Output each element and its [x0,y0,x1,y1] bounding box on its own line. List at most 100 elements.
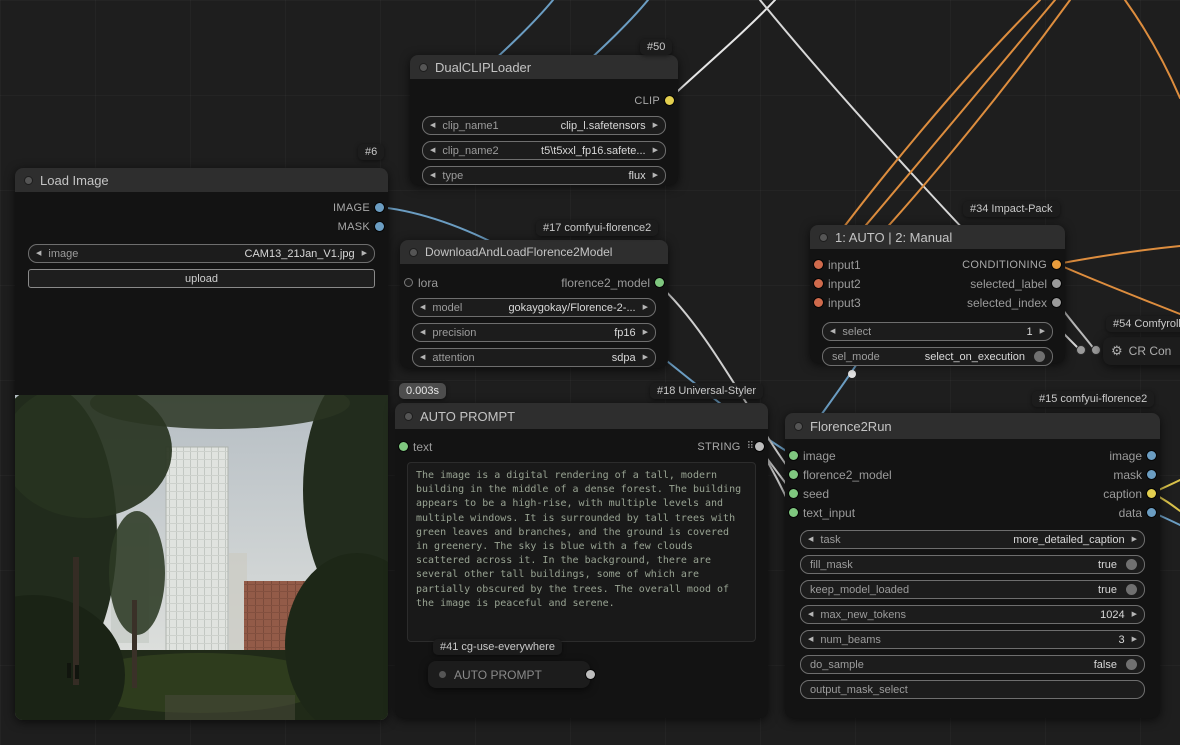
collapse-dot-icon[interactable] [24,175,33,185]
toggle-knob-icon[interactable] [1034,351,1045,362]
node-title: DualCLIPLoader [435,59,532,75]
do-sample-toggle-widget[interactable]: do_sample false [800,655,1145,674]
widget-label: sel_mode [832,350,880,363]
collapse-dot-icon[interactable] [404,411,413,421]
output-mask-select-text-widget[interactable]: output_mask_select [800,680,1145,699]
collapse-dot-icon[interactable] [794,421,803,431]
attention-combo-widget[interactable]: ◀ attention sdpa ▶ [412,348,656,367]
seed-input-slot[interactable] [789,489,798,498]
slot-row: CLIP [410,91,678,110]
string-output-label: STRING [697,440,741,453]
node-graph-canvas[interactable]: Load Image IMAGE MASK ◀ image CAM13_21Ja… [0,0,1180,745]
image-input-label: image [803,448,836,463]
collapse-dot-icon[interactable] [819,232,828,242]
task-combo-widget[interactable]: ◀ task more_detailed_caption ▶ [800,530,1145,549]
clip-name1-combo-widget[interactable]: ◀ clip_name1 clip_l.safetensors ▶ [422,116,666,135]
selected-index-output-slot[interactable] [1052,298,1061,307]
type-combo-widget[interactable]: ◀ type flux ▶ [422,166,666,185]
max-new-tokens-number-widget[interactable]: ◀ max_new_tokens 1024 ▶ [800,605,1145,624]
conditioning-output-slot[interactable] [1052,260,1061,269]
toggle-knob-icon[interactable] [1126,584,1137,595]
text-input-slot[interactable] [399,442,408,451]
precision-combo-widget[interactable]: ◀ precision fp16 ▶ [412,323,656,342]
text-input-input-slot[interactable] [789,508,798,517]
lora-input-slot[interactable] [404,278,413,287]
combo-left-icon[interactable]: ◀ [420,354,425,361]
collapse-dot-icon[interactable] [409,247,418,257]
combo-right-icon[interactable]: ▶ [653,172,658,179]
combo-left-icon[interactable]: ◀ [36,250,41,257]
text-input-label: text [413,439,433,454]
combo-left-icon[interactable]: ◀ [430,172,435,179]
stepper-left-icon[interactable]: ◀ [808,611,813,618]
node-title-bar[interactable]: Load Image [15,168,388,192]
node-title-bar[interactable]: DualCLIPLoader [410,55,678,79]
stepper-right-icon[interactable]: ▶ [1040,328,1045,335]
toggle-knob-icon[interactable] [1126,559,1137,570]
selected-label-output-slot[interactable] [1052,279,1061,288]
image-combo-widget[interactable]: ◀ image CAM13_21Jan_V1.jpg ▶ [28,244,375,263]
combo-left-icon[interactable]: ◀ [430,122,435,129]
node-florence2-model-loader[interactable]: DownloadAndLoadFlorence2Model lora flore… [400,240,668,368]
combo-left-icon[interactable]: ◀ [420,304,425,311]
input2-slot[interactable] [814,279,823,288]
combo-right-icon[interactable]: ▶ [362,250,367,257]
florence2-model-output-slot[interactable] [655,278,664,287]
collapse-dot-icon[interactable] [438,670,447,679]
stepper-right-icon[interactable]: ▶ [1132,611,1137,618]
image-output-slot[interactable] [1147,451,1156,460]
grip-icon[interactable]: ⠿ [747,441,754,452]
combo-right-icon[interactable]: ▶ [653,147,658,154]
mask-output-slot[interactable] [375,222,384,231]
stepper-right-icon[interactable]: ▶ [1132,636,1137,643]
node-title-bar[interactable]: 1: AUTO | 2: Manual [810,225,1065,249]
node-florence2-run[interactable]: Florence2Run image image florence2_model… [785,413,1160,718]
combo-left-icon[interactable]: ◀ [808,536,813,543]
combo-left-icon[interactable]: ◀ [420,329,425,336]
image-output-label: image [1109,448,1142,463]
clip-output-slot[interactable] [665,96,674,105]
data-output-label: data [1118,505,1142,520]
input1-slot[interactable] [814,260,823,269]
node-impact-switch[interactable]: 1: AUTO | 2: Manual input1 CONDITIONING … [810,225,1065,366]
sel-mode-toggle-widget[interactable]: sel_mode select_on_execution [822,347,1053,366]
node-dual-clip-loader[interactable]: DualCLIPLoader CLIP ◀ clip_name1 clip_l.… [410,55,678,185]
caption-output-slot[interactable] [1147,489,1156,498]
image-output-slot[interactable] [375,203,384,212]
toggle-knob-icon[interactable] [1126,659,1137,670]
combo-right-icon[interactable]: ▶ [643,354,648,361]
data-output-slot[interactable] [1147,508,1156,517]
model-combo-widget[interactable]: ◀ model gokaygokay/Florence-2-... ▶ [412,298,656,317]
florence2-model-input-slot[interactable] [789,470,798,479]
string-output-slot[interactable] [755,442,764,451]
node-load-image[interactable]: Load Image IMAGE MASK ◀ image CAM13_21Ja… [15,168,388,720]
keep-model-loaded-toggle-widget[interactable]: keep_model_loaded true [800,580,1145,599]
wire-clip-up [666,0,776,102]
combo-right-icon[interactable]: ▶ [643,304,648,311]
image-input-slot[interactable] [789,451,798,460]
widget-value: gokaygokay/Florence-2-... [508,301,636,314]
node-collapsed-auto-prompt[interactable]: AUTO PROMPT [428,661,595,688]
select-number-widget[interactable]: ◀ select 1 ▶ [822,322,1053,341]
combo-right-icon[interactable]: ▶ [653,122,658,129]
node-title-bar[interactable]: DownloadAndLoadFlorence2Model [400,240,668,264]
node-id-badge: #18 Universal-Styler [650,383,764,399]
node-title-bar[interactable]: AUTO PROMPT [395,403,768,429]
num-beams-number-widget[interactable]: ◀ num_beams 3 ▶ [800,630,1145,649]
node-title-bar[interactable]: Florence2Run [785,413,1160,439]
clip-name2-combo-widget[interactable]: ◀ clip_name2 t5\t5xxl_fp16.safete... ▶ [422,141,666,160]
prompt-textarea[interactable]: The image is a digital rendering of a ta… [407,462,756,642]
collapsed-output-slot[interactable] [586,670,595,679]
combo-left-icon[interactable]: ◀ [430,147,435,154]
fill-mask-toggle-widget[interactable]: fill_mask true [800,555,1145,574]
node-cr-conditioning[interactable]: ⚙ CR Con [1103,337,1180,365]
stepper-left-icon[interactable]: ◀ [830,328,835,335]
combo-right-icon[interactable]: ▶ [1132,536,1137,543]
stepper-left-icon[interactable]: ◀ [808,636,813,643]
slot-row: seed caption [785,484,1160,503]
input3-slot[interactable] [814,298,823,307]
mask-output-slot[interactable] [1147,470,1156,479]
combo-right-icon[interactable]: ▶ [643,329,648,336]
upload-button[interactable]: upload [28,269,375,288]
collapse-dot-icon[interactable] [419,62,428,72]
